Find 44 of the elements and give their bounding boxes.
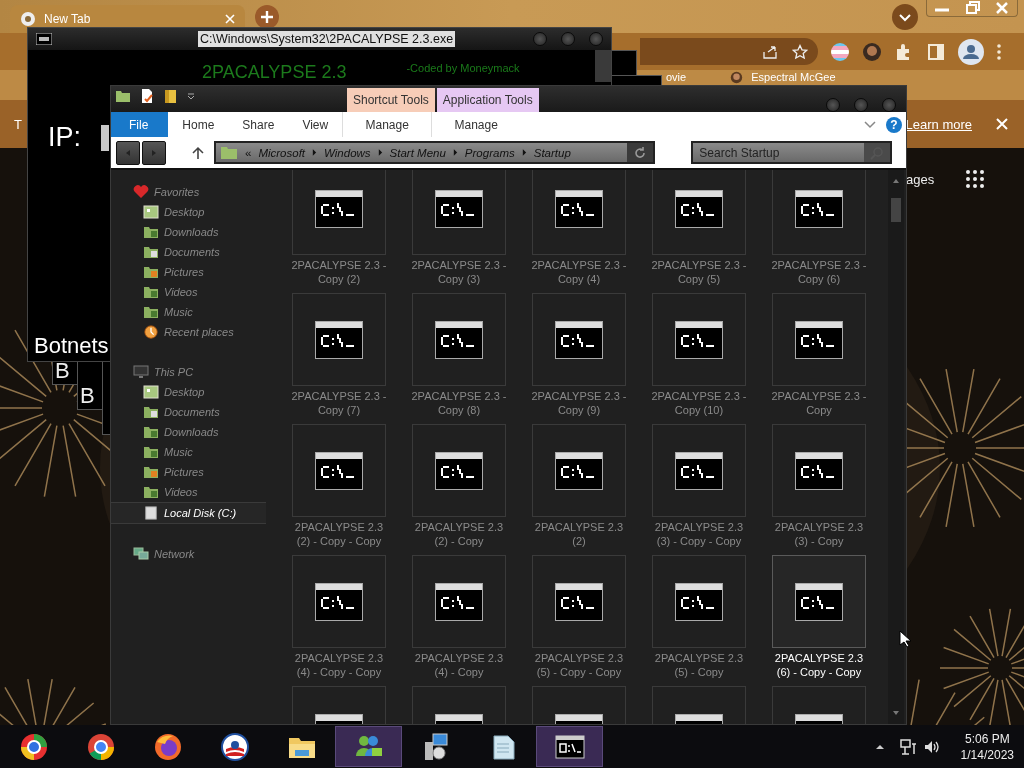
clock[interactable]: 5:06 PM 1/14/2023 xyxy=(960,730,1014,763)
window-title: C:\Windows\System32\2PACALYPSE 2.3.exe xyxy=(198,31,456,47)
nav-item[interactable]: Documents xyxy=(111,242,266,262)
contextual-tab-header: Application Tools xyxy=(436,88,539,112)
breadcrumb-item[interactable]: Startup xyxy=(533,146,571,159)
nav-group[interactable]: Favorites xyxy=(154,186,200,198)
nav-group[interactable]: This PC xyxy=(154,366,194,378)
nav-item[interactable]: Documents xyxy=(111,402,266,422)
breadcrumb-item[interactable]: Start Menu xyxy=(389,146,446,159)
nav-item[interactable]: Pictures xyxy=(111,462,266,482)
images-link[interactable]: ages xyxy=(906,172,935,187)
file-menu-tab[interactable]: File xyxy=(111,112,169,137)
console-text: B xyxy=(55,358,70,384)
breadcrumb-item[interactable]: Microsoft xyxy=(258,146,306,159)
nav-item[interactable]: Music xyxy=(111,442,266,462)
learn-more-link[interactable]: Learn more xyxy=(905,116,972,132)
nav-item[interactable]: Videos xyxy=(111,282,266,302)
nav-item[interactable]: Music xyxy=(111,302,266,322)
ribbon-tab[interactable]: View xyxy=(288,112,343,137)
nav-item[interactable]: Pictures xyxy=(111,262,266,282)
nav-item[interactable]: Local Disk (C:) xyxy=(111,502,266,524)
info-bar-text: T xyxy=(14,116,22,132)
bookmark[interactable]: ovie xyxy=(666,71,687,84)
contextual-tab-header: Shortcut Tools xyxy=(347,88,435,112)
breadcrumb-item[interactable]: Windows xyxy=(324,146,371,159)
nav-item[interactable]: Videos xyxy=(111,482,266,502)
breadcrumb-item[interactable]: Programs xyxy=(464,146,515,159)
ip-label: IP: xyxy=(48,122,81,153)
address-bar[interactable]: « Microsoft Windows Start Menu Programs Startup xyxy=(214,141,656,164)
console-heading: 2PACALYPSE 2.3 xyxy=(202,62,347,82)
ribbon-tab[interactable]: Share xyxy=(228,112,289,137)
nav-item[interactable]: Desktop xyxy=(111,382,266,402)
help-button[interactable]: ? xyxy=(886,116,902,133)
nav-item[interactable]: Recent places xyxy=(111,322,266,342)
ribbon-tab[interactable]: Home xyxy=(168,112,229,137)
bookmark[interactable]: Espectral McGee xyxy=(751,71,836,84)
console-text: B xyxy=(80,383,95,409)
console-credit: -Coded by Moneymack xyxy=(406,62,520,74)
nav-item[interactable]: Downloads xyxy=(111,222,266,242)
nav-group[interactable]: Network xyxy=(154,548,195,560)
breadcrumb-overflow[interactable]: « xyxy=(245,146,252,159)
section-label: Botnets xyxy=(34,333,109,359)
nav-item[interactable]: Desktop xyxy=(111,202,266,222)
nav-item[interactable]: Downloads xyxy=(111,422,266,442)
